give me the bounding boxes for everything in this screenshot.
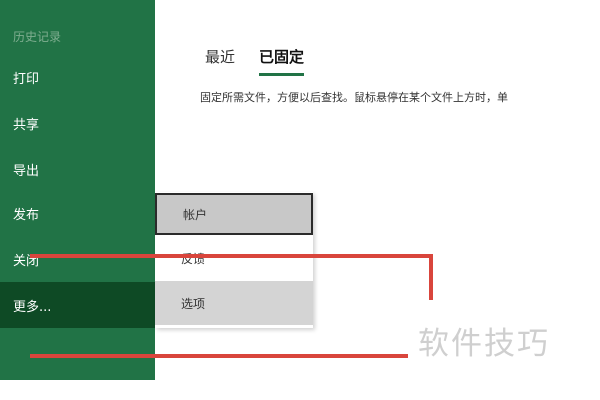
menu-item-label: 帐户 (183, 207, 208, 222)
menu-item-account[interactable]: 帐户 (155, 193, 313, 235)
pinned-description: 固定所需文件，方便以后查找。鼠标悬停在某个文件上方时，单 (200, 91, 508, 104)
sidebar-item-share[interactable]: 共享 (0, 100, 155, 146)
sidebar-item-print[interactable]: 打印 (0, 54, 155, 100)
menu-item-label: 反馈 (181, 251, 206, 266)
tab-recent[interactable]: 最近 (205, 46, 235, 76)
sidebar-item-export[interactable]: 导出 (0, 146, 155, 192)
menu-item-options[interactable]: 选项 (155, 281, 313, 325)
backstage-sidebar: 历史记录 打印 共享 导出 发布 关闭 更多... (0, 0, 155, 380)
menu-item-feedback[interactable]: 反馈 (155, 237, 313, 279)
sidebar-item-label: 更多... (13, 299, 52, 315)
sidebar-item-label: 发布 (13, 207, 40, 223)
file-list-tabs: 最近 已固定 (205, 46, 305, 76)
sidebar-item-publish[interactable]: 发布 (0, 190, 155, 236)
excel-backstage-view: 历史记录 打印 共享 导出 发布 关闭 更多... 最近 已固定 固定所需文件，… (0, 0, 600, 400)
watermark: 软件技巧 (408, 300, 578, 380)
menu-item-label: 选项 (181, 296, 206, 311)
annotation-line-bottom (30, 354, 412, 358)
annotation-line-right (429, 254, 433, 304)
more-menu: 帐户 反馈 选项 (155, 192, 313, 328)
tab-pinned[interactable]: 已固定 (259, 46, 305, 76)
sidebar-item-label: 打印 (13, 71, 40, 87)
sidebar-item-label: 关闭 (13, 253, 40, 269)
sidebar-item-history[interactable]: 历史记录 (0, 22, 155, 52)
annotation-line-top (30, 254, 433, 258)
sidebar-item-more[interactable]: 更多... (0, 282, 155, 328)
sidebar-item-label: 历史记录 (13, 30, 62, 44)
sidebar-item-close[interactable]: 关闭 (0, 236, 155, 282)
sidebar-item-label: 导出 (13, 163, 40, 179)
sidebar-item-label: 共享 (13, 117, 40, 133)
